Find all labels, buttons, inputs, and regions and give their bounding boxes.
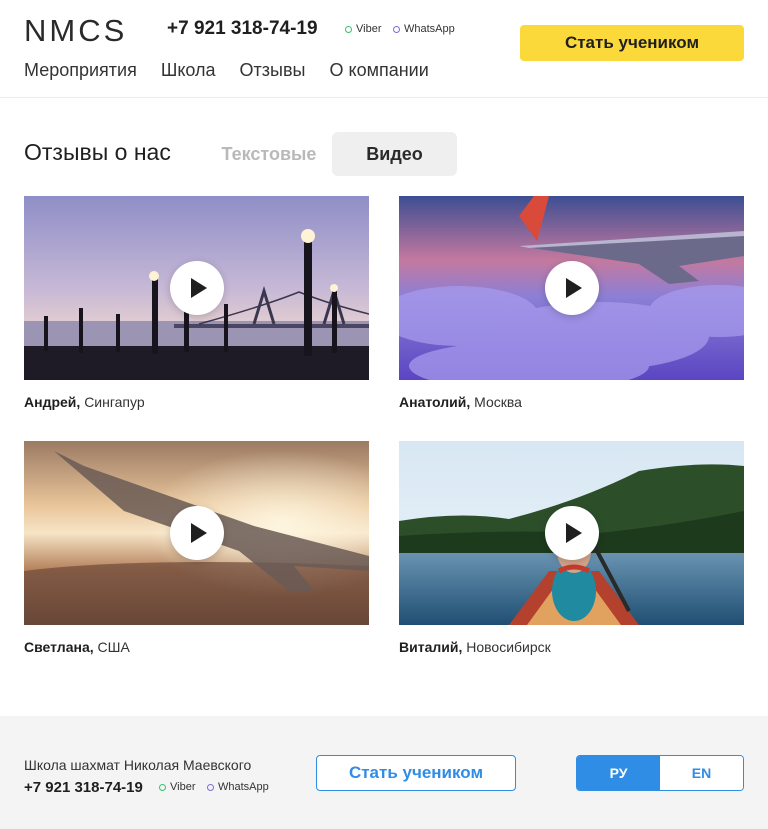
review-caption: Виталий, Новосибирск [399,639,744,655]
video-thumbnail[interactable] [399,441,744,625]
reviewer-name: Анатолий, [399,394,471,410]
footer-become-student-button[interactable]: Стать учеником [316,755,516,791]
review-caption: Светлана, США [24,639,369,655]
review-card[interactable]: Андрей, Сингапур [24,196,369,410]
play-icon [191,523,207,543]
whatsapp-label: WhatsApp [218,781,269,793]
review-caption: Андрей, Сингапур [24,394,369,410]
reviewer-name: Светлана, [24,639,94,655]
become-student-button[interactable]: Стать учеником [520,25,744,61]
viber-status-icon [159,783,166,791]
lang-en-button[interactable]: EN [660,756,743,790]
video-thumbnail[interactable] [24,441,369,625]
site-footer: Школа шахмат Николая Маевского +7 921 31… [0,716,768,829]
footer-phone[interactable]: +7 921 318-74-19 [24,779,143,796]
review-caption: Анатолий, Москва [399,394,744,410]
play-button[interactable] [545,261,599,315]
review-card[interactable]: Светлана, США [24,441,369,655]
whatsapp-status-icon [393,25,400,33]
main-nav: Мероприятия Школа Отзывы О компании [24,60,453,81]
nav-item-reviews[interactable]: Отзывы [240,60,306,81]
header-phone[interactable]: +7 921 318-74-19 [167,18,318,40]
lang-ru-button[interactable]: РУ [577,756,660,790]
reviewer-city: Москва [474,394,522,410]
whatsapp-link[interactable]: WhatsApp [393,23,455,35]
review-card[interactable]: Виталий, Новосибирск [399,441,744,655]
viber-label: Viber [170,781,196,793]
play-button[interactable] [170,261,224,315]
viber-label: Viber [356,23,382,35]
school-name: Школа шахмат Николая Маевского [24,757,252,773]
tab-text-reviews[interactable]: Текстовые [210,132,328,176]
nav-item-about[interactable]: О компании [329,60,428,81]
footer-whatsapp-link[interactable]: WhatsApp [207,781,269,793]
nav-item-school[interactable]: Школа [161,60,216,81]
play-button[interactable] [170,506,224,560]
whatsapp-label: WhatsApp [404,23,455,35]
reviewer-name: Виталий, [399,639,463,655]
reviewer-name: Андрей, [24,394,81,410]
footer-viber-link[interactable]: Viber [159,781,195,793]
play-icon [191,278,207,298]
video-thumbnail[interactable] [399,196,744,380]
site-header: NMCS +7 921 318-74-19 Viber WhatsApp Ста… [0,0,768,98]
play-icon [566,523,582,543]
viber-link[interactable]: Viber [345,23,381,35]
reviewer-city: Новосибирск [466,639,551,655]
play-button[interactable] [545,506,599,560]
logo[interactable]: NMCS [24,13,127,49]
play-icon [566,278,582,298]
viber-status-icon [345,25,352,33]
tab-video-reviews[interactable]: Видео [332,132,457,176]
page-title: Отзывы о нас [24,139,171,165]
nav-item-events[interactable]: Мероприятия [24,60,137,81]
reviewer-city: США [97,639,130,655]
language-switcher: РУ EN [576,755,744,791]
review-card[interactable]: Анатолий, Москва [399,196,744,410]
whatsapp-status-icon [207,783,214,791]
reviewer-city: Сингапур [84,394,145,410]
video-thumbnail[interactable] [24,196,369,380]
